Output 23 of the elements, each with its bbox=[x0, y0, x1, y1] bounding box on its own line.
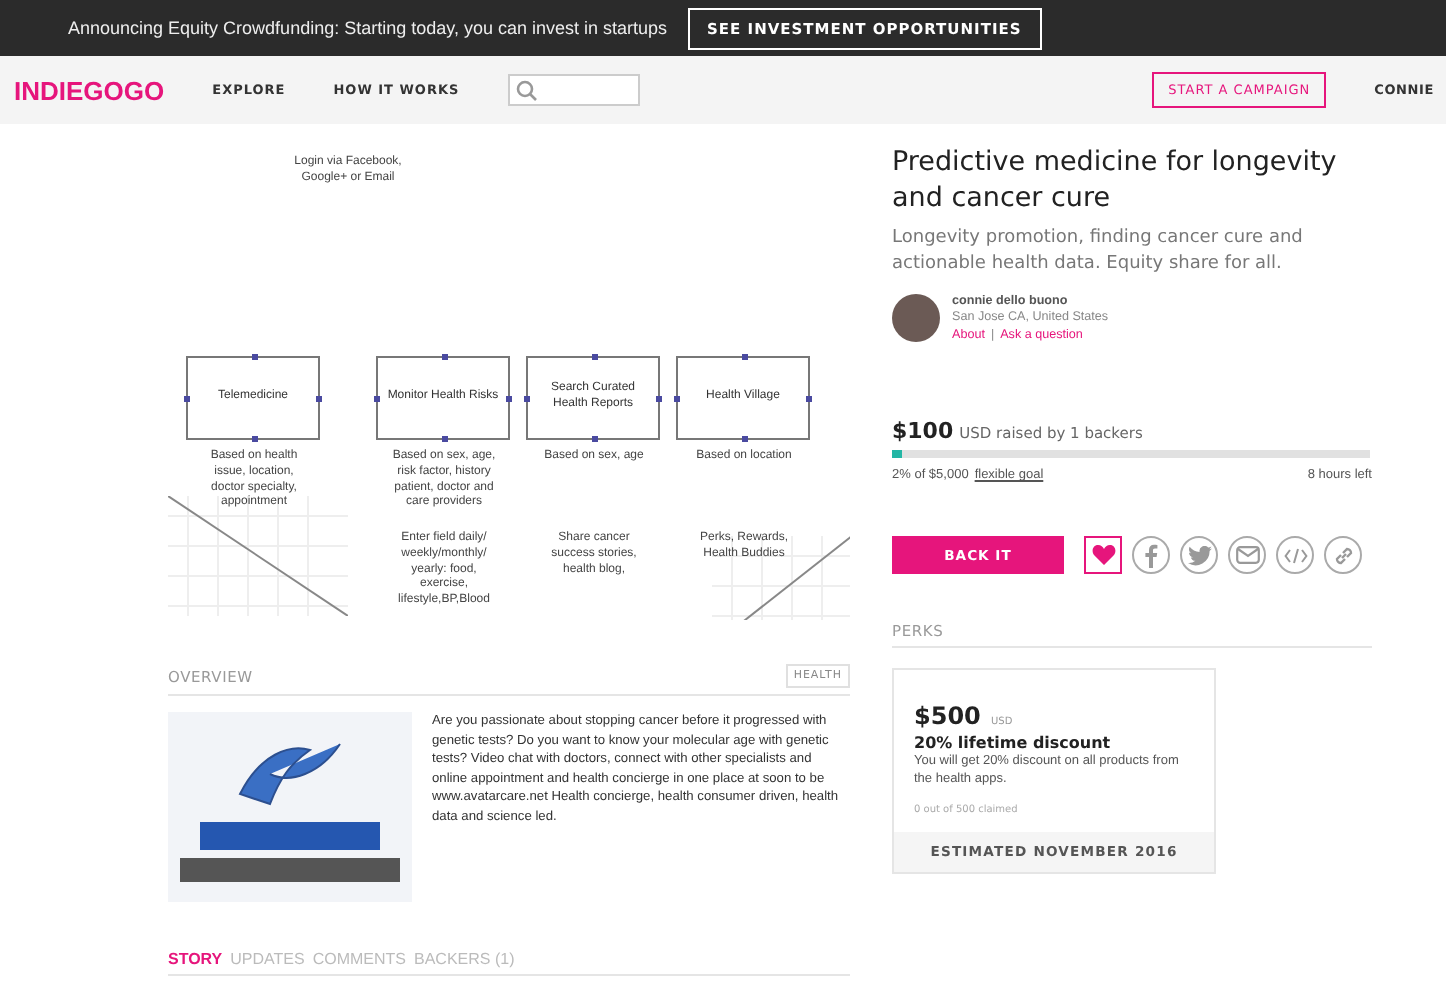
favorite-button[interactable] bbox=[1084, 536, 1122, 575]
campaign-title: Predictive medicine for longevity and cancer cure bbox=[892, 144, 1339, 217]
search-field[interactable] bbox=[507, 74, 640, 106]
heart-icon bbox=[1091, 544, 1115, 567]
facebook-icon bbox=[1144, 543, 1158, 568]
link-button[interactable] bbox=[1324, 536, 1362, 575]
avatar bbox=[892, 294, 940, 343]
logo[interactable]: INDIEGOGO bbox=[14, 75, 165, 105]
perk-price: $500 bbox=[914, 702, 981, 731]
campaign-tagline: Longevity promotion, finding cancer cure and actionable health data. Equity share for all. bbox=[892, 226, 1305, 278]
envelope-icon bbox=[1235, 546, 1259, 565]
facebook-button[interactable] bbox=[1132, 536, 1170, 575]
search-icon bbox=[515, 79, 538, 101]
perk-title: 20% lifetime discount bbox=[914, 734, 1113, 753]
code-icon bbox=[1283, 547, 1307, 564]
announcement-text: Announcing Equity Crowdfunding: Starting today, you can invest in startups bbox=[68, 18, 668, 38]
twitter-button[interactable] bbox=[1180, 536, 1218, 575]
raised-amount: $100 bbox=[892, 418, 954, 445]
link-icon bbox=[1331, 543, 1355, 568]
story-tab[interactable]: STORY bbox=[168, 950, 223, 968]
embed-button[interactable] bbox=[1276, 536, 1314, 575]
email-button[interactable] bbox=[1228, 536, 1266, 575]
bird-icon bbox=[1187, 545, 1211, 566]
